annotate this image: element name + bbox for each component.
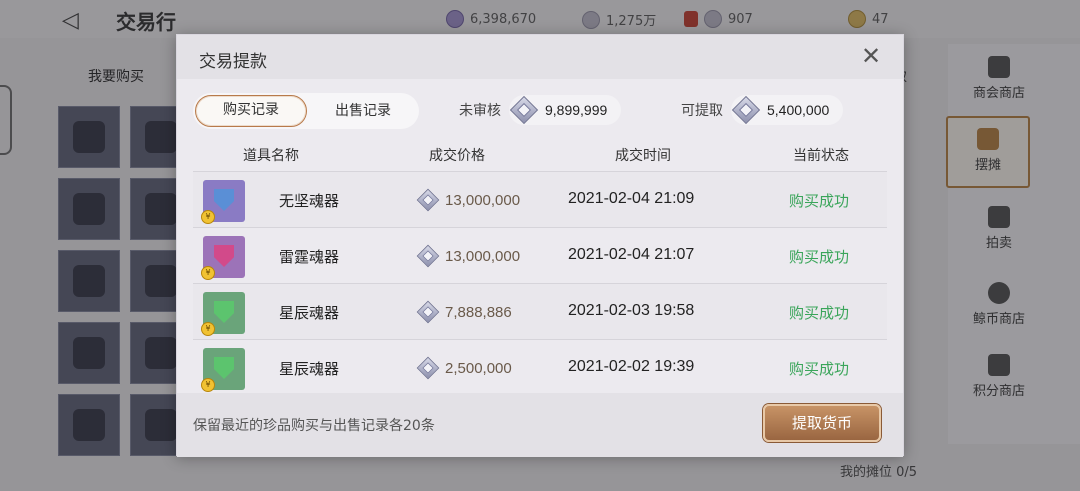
silver-diamond-icon	[731, 95, 761, 125]
table-row: ¥ 无坚魂器 13,000,000 2021-02-04 21:09 购买成功	[193, 171, 887, 227]
dialog-header: 交易提款 ✕	[177, 35, 903, 79]
silver-diamond-icon	[509, 95, 539, 125]
soul-item-icon: ¥	[201, 348, 245, 392]
price: 7,888,886	[413, 297, 512, 327]
close-icon: ✕	[860, 42, 882, 70]
record-tabs: 购买记录 出售记录	[193, 93, 419, 129]
price: 13,000,000	[413, 185, 520, 215]
silver-diamond-icon	[416, 188, 440, 212]
close-button[interactable]: ✕	[859, 44, 883, 68]
tab-buy-records[interactable]: 购买记录	[195, 95, 307, 127]
status-text: 购买成功	[789, 248, 850, 266]
price: 13,000,000	[413, 241, 520, 271]
gem-icon	[214, 245, 234, 267]
pending-balance: 未审核 9,899,999	[459, 91, 622, 129]
pending-box: 9,899,999	[509, 95, 622, 125]
silver-diamond-icon	[416, 356, 440, 380]
record-list: ¥ 无坚魂器 13,000,000 2021-02-04 21:09 购买成功 …	[193, 171, 887, 395]
item-name: 无坚魂器	[279, 192, 340, 210]
dialog-title: 交易提款	[199, 52, 267, 72]
bound-badge-icon: ¥	[201, 322, 215, 336]
column-header-status: 当前状态	[793, 148, 849, 164]
silver-diamond-icon	[416, 300, 440, 324]
withdrawable-label: 可提取	[681, 103, 723, 119]
soul-item-icon: ¥	[201, 180, 245, 224]
withdraw-currency-button[interactable]: 提取货币	[763, 404, 881, 442]
bound-badge-icon: ¥	[201, 378, 215, 392]
trade-time: 2021-02-04 21:07	[568, 246, 695, 263]
table-row: ¥ 星辰魂器 2,500,000 2021-02-02 19:39 购买成功	[193, 339, 887, 395]
soul-item-icon: ¥	[201, 236, 245, 280]
table-row: ¥ 雷霆魂器 13,000,000 2021-02-04 21:07 购买成功	[193, 227, 887, 283]
table-row: ¥ 星辰魂器 7,888,886 2021-02-03 19:58 购买成功	[193, 283, 887, 339]
withdrawable-box: 5,400,000	[731, 95, 844, 125]
silver-diamond-icon	[416, 244, 440, 268]
pending-value: 9,899,999	[545, 102, 608, 118]
column-header-price: 成交价格	[429, 148, 485, 164]
gem-icon	[214, 189, 234, 211]
gem-icon	[214, 301, 234, 323]
column-header-time: 成交时间	[615, 148, 671, 164]
item-name: 星辰魂器	[279, 360, 340, 378]
status-text: 购买成功	[789, 304, 850, 322]
status-text: 购买成功	[789, 360, 850, 378]
trade-time: 2021-02-02 19:39	[568, 358, 695, 375]
withdraw-dialog: 交易提款 ✕ 购买记录 出售记录 未审核 9,899,999 可提取 5,400…	[176, 34, 904, 457]
price: 2,500,000	[413, 353, 512, 383]
dialog-footer: 保留最近的珍品购买与出售记录各20条 提取货币	[177, 393, 903, 457]
item-name: 雷霆魂器	[279, 248, 340, 266]
bound-badge-icon: ¥	[201, 266, 215, 280]
gem-icon	[214, 357, 234, 379]
withdrawable-balance: 可提取 5,400,000	[681, 91, 844, 129]
bound-badge-icon: ¥	[201, 210, 215, 224]
tab-sell-records[interactable]: 出售记录	[307, 95, 419, 127]
item-name: 星辰魂器	[279, 304, 340, 322]
soul-item-icon: ¥	[201, 292, 245, 336]
status-text: 购买成功	[789, 192, 850, 210]
trade-time: 2021-02-04 21:09	[568, 190, 695, 207]
trade-time: 2021-02-03 19:58	[568, 302, 695, 319]
withdrawable-value: 5,400,000	[767, 102, 830, 118]
column-header-item: 道具名称	[243, 148, 299, 164]
pending-label: 未审核	[459, 103, 501, 119]
record-retention-note: 保留最近的珍品购买与出售记录各20条	[193, 418, 435, 434]
